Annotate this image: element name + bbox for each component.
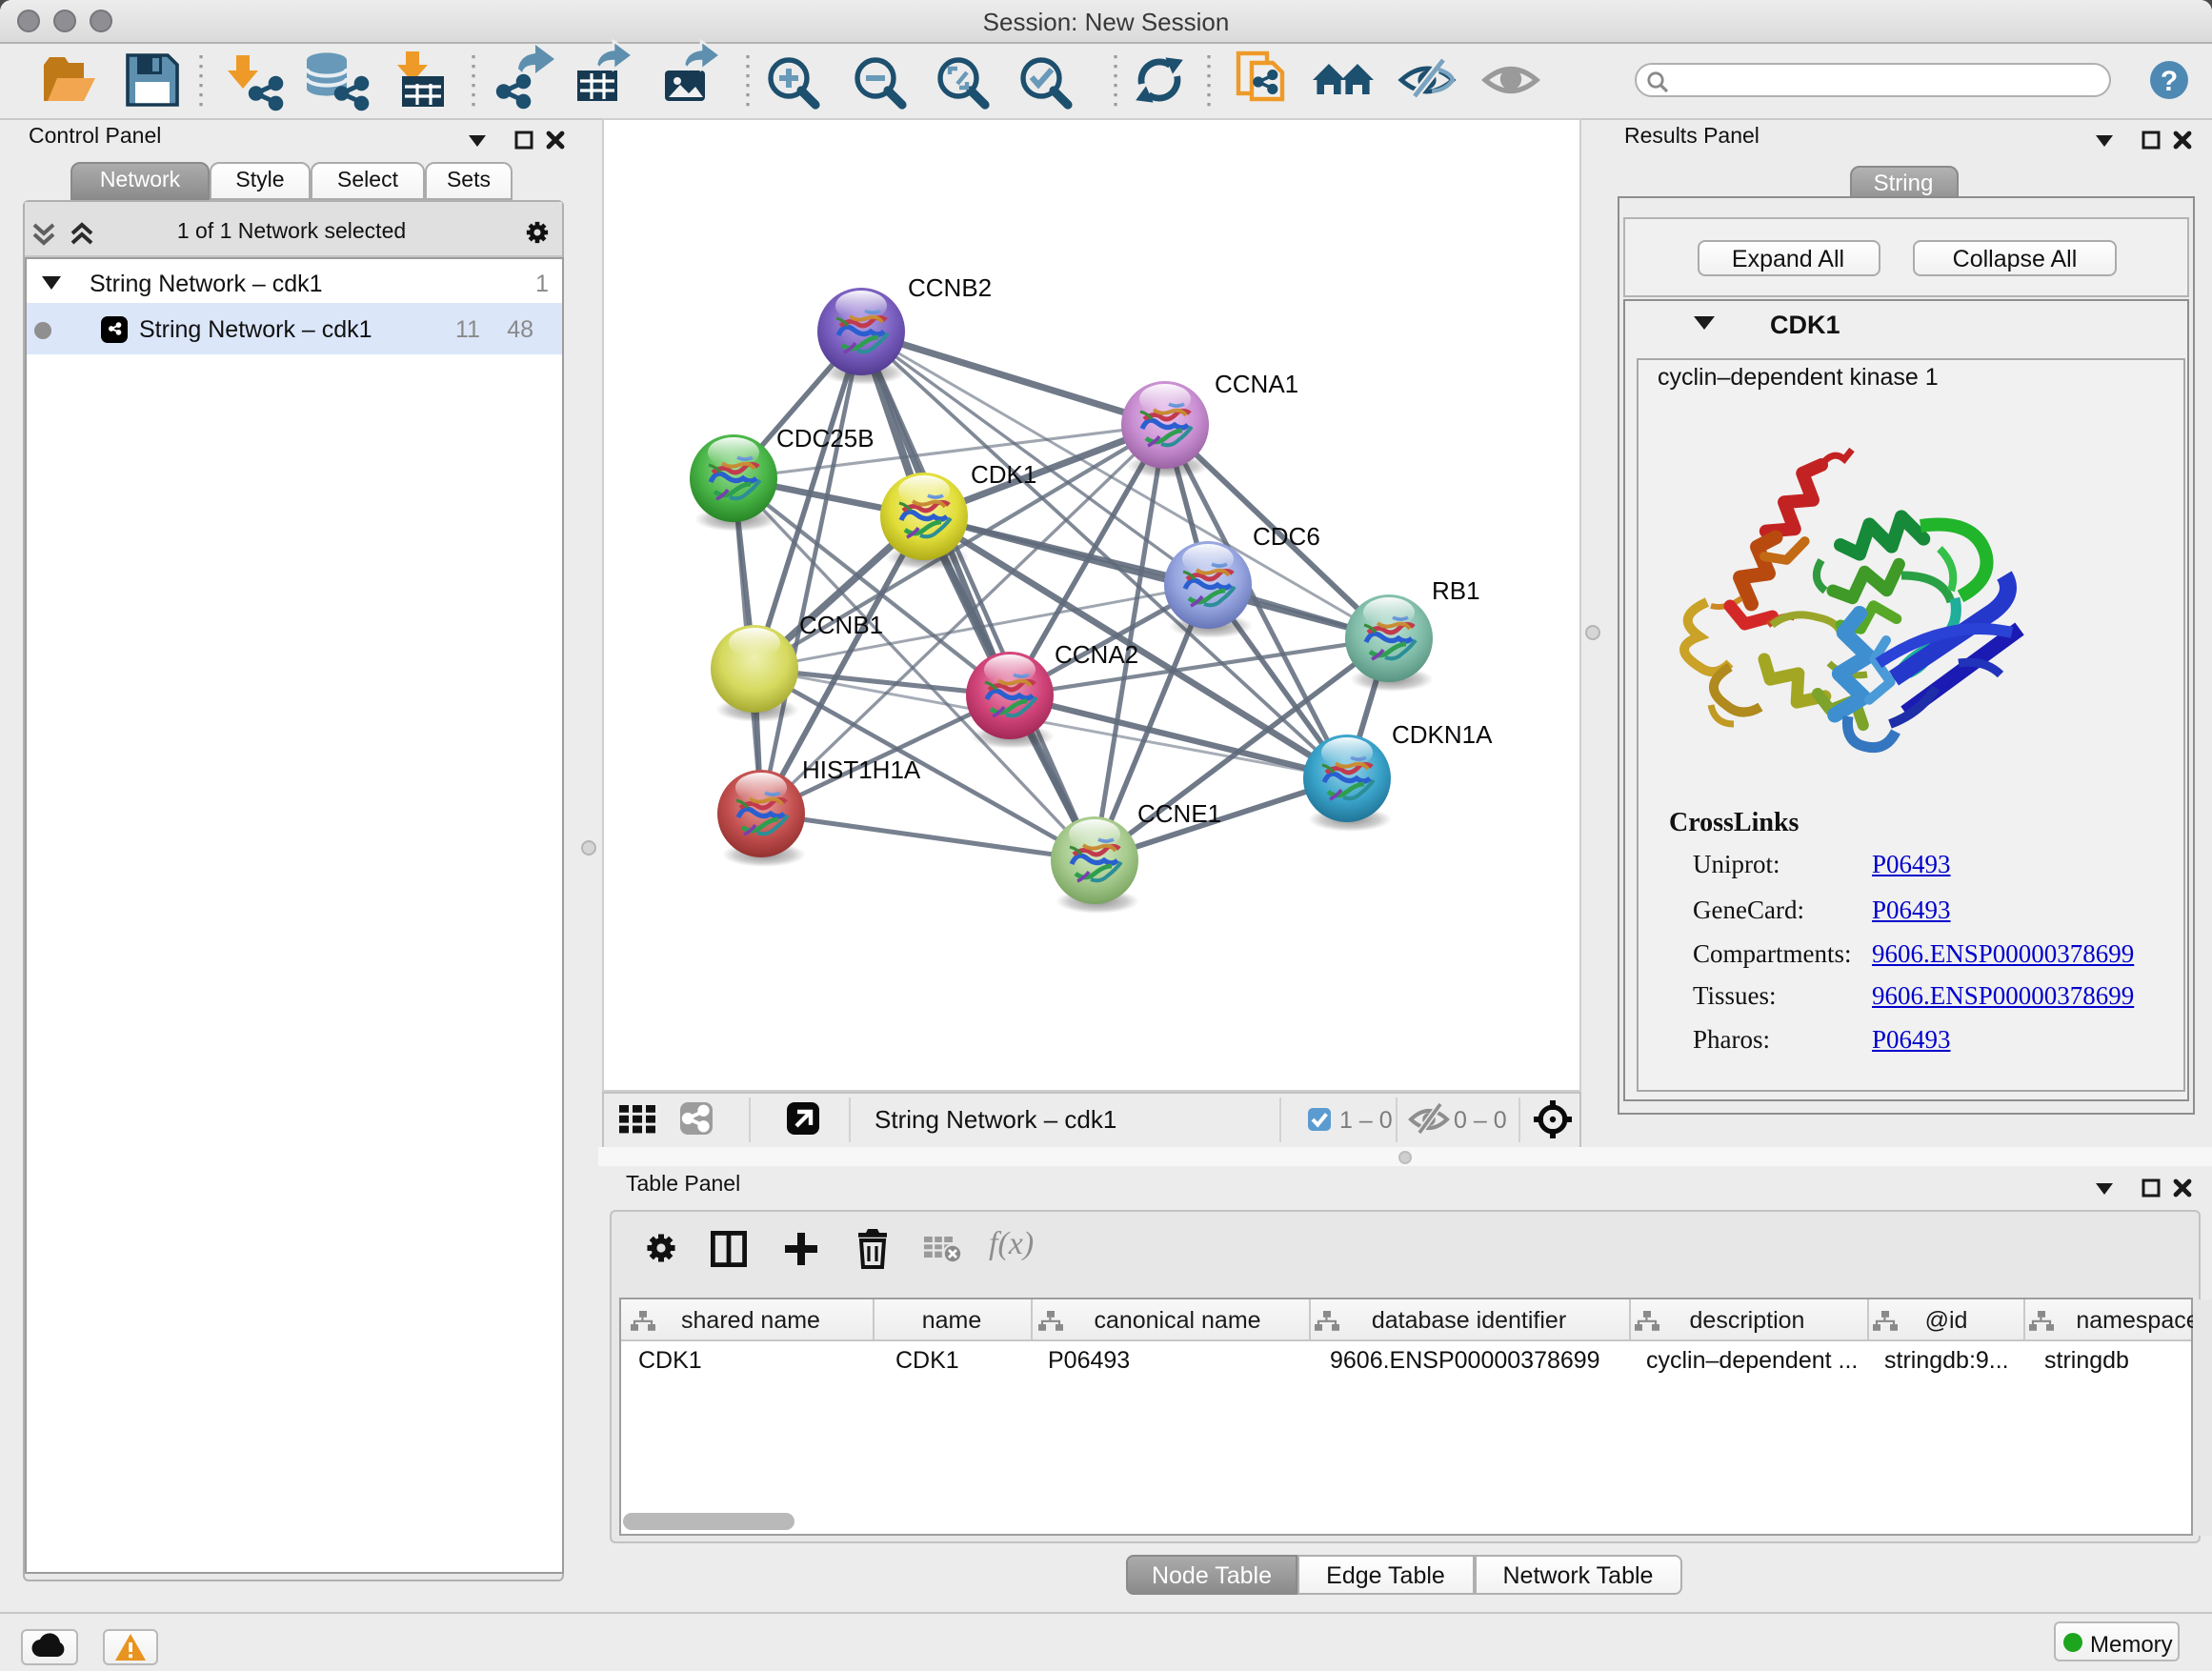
svg-text:CCNE1: CCNE1: [1136, 799, 1220, 828]
svg-text:CCNA1: CCNA1: [1214, 370, 1297, 398]
svg-text:CDC25B: CDC25B: [775, 424, 874, 453]
svg-text:CDK1: CDK1: [970, 460, 1036, 489]
svg-text:CCNA2: CCNA2: [1054, 640, 1137, 669]
svg-text:CCNB1: CCNB1: [798, 611, 882, 639]
svg-text:CCNB2: CCNB2: [907, 273, 991, 302]
svg-text:RB1: RB1: [1431, 576, 1479, 605]
svg-text:CDKN1A: CDKN1A: [1391, 720, 1492, 749]
svg-text:HIST1H1A: HIST1H1A: [801, 755, 920, 784]
svg-text:CDC6: CDC6: [1252, 522, 1319, 551]
svg-text:?: ?: [2161, 66, 2178, 97]
